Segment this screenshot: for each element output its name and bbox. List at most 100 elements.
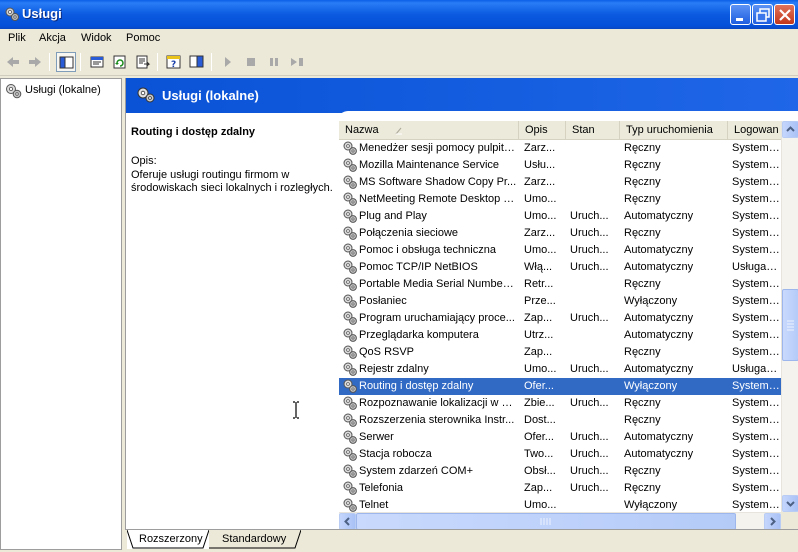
cell-desc: Usłu... bbox=[524, 159, 556, 171]
service-gear-icon bbox=[343, 498, 357, 512]
column-header-startup-type[interactable]: Typ uruchomienia bbox=[620, 121, 728, 140]
table-row[interactable]: QoS RSVP Zap... Ręczny System lo bbox=[339, 344, 781, 361]
refresh-button[interactable] bbox=[110, 52, 130, 72]
restart-service-button[interactable] bbox=[287, 52, 307, 72]
service-gear-icon bbox=[343, 430, 357, 444]
menu-pomoc[interactable]: Pomoc bbox=[126, 32, 160, 44]
grip-icon bbox=[540, 518, 551, 525]
help-icon: ? bbox=[166, 55, 181, 70]
view-tabs: Rozszerzony Standardowy bbox=[125, 529, 798, 550]
export-list-button[interactable] bbox=[133, 52, 153, 72]
help-button[interactable]: ? bbox=[164, 52, 184, 72]
close-button[interactable] bbox=[774, 4, 795, 25]
column-header-status[interactable]: Stan bbox=[566, 121, 620, 140]
cell-startup: Automatyczny bbox=[624, 210, 694, 222]
service-gear-icon bbox=[343, 345, 357, 359]
back-icon bbox=[7, 57, 19, 67]
menu-widok[interactable]: Widok bbox=[81, 32, 112, 44]
horizontal-scrollbar[interactable] bbox=[339, 512, 781, 530]
table-row[interactable]: Portable Media Serial Number ... Retr... R… bbox=[339, 276, 781, 293]
minimize-icon bbox=[736, 18, 743, 21]
cell-status: Uruch... bbox=[570, 448, 609, 460]
cell-logon: System lo bbox=[732, 193, 780, 205]
table-row[interactable]: Połączenia sieciowe Zarz... Uruch... Ręczny… bbox=[339, 225, 781, 242]
cell-name: Telnet bbox=[359, 499, 389, 511]
table-row[interactable]: Menedżer sesji pomocy pulpitu... Zarz... R… bbox=[339, 140, 781, 157]
start-service-button[interactable] bbox=[218, 52, 238, 72]
cell-desc: Umo... bbox=[524, 210, 557, 222]
cell-desc: Włą... bbox=[524, 261, 553, 273]
scroll-right-button[interactable] bbox=[764, 513, 781, 530]
cell-startup: Wyłączony bbox=[624, 380, 678, 392]
vertical-scrollbar[interactable] bbox=[781, 121, 798, 512]
properties-icon bbox=[90, 56, 104, 68]
services-gear-icon bbox=[5, 7, 19, 21]
cell-startup: Ręczny bbox=[624, 397, 661, 409]
table-row[interactable]: Telnet Umo... Wyłączony System lo bbox=[339, 497, 781, 512]
column-header-description[interactable]: Opis bbox=[519, 121, 566, 140]
menu-plik[interactable]: Plik bbox=[8, 32, 26, 44]
table-row[interactable]: Posłaniec Prze... Wyłączony System lo bbox=[339, 293, 781, 310]
vertical-scroll-thumb[interactable] bbox=[782, 289, 798, 361]
cell-status: Uruch... bbox=[570, 312, 609, 324]
properties-button[interactable] bbox=[87, 52, 107, 72]
forward-button[interactable] bbox=[25, 52, 45, 72]
service-gear-icon bbox=[343, 447, 357, 461]
table-row[interactable]: System zdarzeń COM+ Obsł... Uruch... Ręczny… bbox=[339, 463, 781, 480]
tab-standard[interactable]: Standardowy bbox=[209, 530, 301, 549]
service-gear-icon bbox=[343, 396, 357, 410]
cell-logon: System lo bbox=[732, 295, 780, 307]
horizontal-scroll-thumb[interactable] bbox=[356, 513, 736, 530]
minimize-button[interactable] bbox=[730, 4, 751, 25]
cell-name: Posłaniec bbox=[359, 295, 407, 307]
description-label: Opis: bbox=[131, 155, 157, 167]
svg-text:?: ? bbox=[171, 60, 176, 70]
table-row[interactable]: Telefonia Zap... Uruch... Ręczny System lo bbox=[339, 480, 781, 497]
cell-name: Plug and Play bbox=[359, 210, 427, 222]
table-row[interactable]: MS Software Shadow Copy Pr... Zarz... Ręcz… bbox=[339, 174, 781, 191]
menu-akcja[interactable]: Akcja bbox=[39, 32, 66, 44]
restore-button[interactable] bbox=[752, 4, 773, 25]
pause-service-button[interactable] bbox=[264, 52, 284, 72]
cell-desc: Two... bbox=[524, 448, 554, 460]
table-row[interactable]: Pomoc TCP/IP NetBIOS Włą... Uruch... Automa… bbox=[339, 259, 781, 276]
cell-logon: System lo bbox=[732, 431, 780, 443]
cell-desc: Umo... bbox=[524, 193, 557, 205]
column-header-logon[interactable]: Logowan bbox=[728, 121, 781, 140]
cell-status: Uruch... bbox=[570, 210, 609, 222]
cell-desc: Zarz... bbox=[524, 227, 556, 239]
table-row[interactable]: NetMeeting Remote Desktop S... Umo... Ręcz… bbox=[339, 191, 781, 208]
back-button[interactable] bbox=[3, 52, 23, 72]
table-row[interactable]: Pomoc i obsługa techniczna Umo... Uruch...… bbox=[339, 242, 781, 259]
cell-logon: Usługa lol bbox=[732, 363, 780, 375]
table-row[interactable]: Rozpoznawanie lokalizacji w si... Zbie...… bbox=[339, 395, 781, 412]
cell-startup: Ręczny bbox=[624, 346, 661, 358]
scroll-up-button[interactable] bbox=[782, 121, 798, 138]
scroll-down-button[interactable] bbox=[782, 495, 798, 512]
service-gear-icon bbox=[343, 464, 357, 478]
table-row[interactable]: Stacja robocza Two... Uruch... Automatyczny… bbox=[339, 446, 781, 463]
cell-desc: Utrz... bbox=[524, 329, 554, 341]
table-row[interactable]: Rozszerzenia sterownika Instr... Dost... R… bbox=[339, 412, 781, 429]
table-row[interactable]: Mozilla Maintenance Service Usłu... Ręczny… bbox=[339, 157, 781, 174]
cell-logon: System lo bbox=[732, 312, 780, 324]
column-header-name[interactable]: Nazwa bbox=[339, 121, 519, 140]
action-pane-toggle-button[interactable] bbox=[187, 52, 207, 72]
table-row[interactable]: Rejestr zdalny Umo... Uruch... Automatyczny… bbox=[339, 361, 781, 378]
cell-name: Mozilla Maintenance Service bbox=[359, 159, 500, 171]
cell-name: Program uruchamiający proce... bbox=[359, 312, 515, 324]
tab-extended[interactable]: Rozszerzony bbox=[127, 530, 209, 549]
table-row[interactable]: Program uruchamiający proce... Zap... Uruc… bbox=[339, 310, 781, 327]
list-header: Nazwa Opis Stan Typ uruchomienia Logowan bbox=[339, 121, 781, 140]
table-row[interactable]: Przeglądarka komputera Utrz... Automatyczn… bbox=[339, 327, 781, 344]
stop-service-button[interactable] bbox=[241, 52, 261, 72]
table-row[interactable]: Serwer Ofer... Uruch... Automatyczny System … bbox=[339, 429, 781, 446]
cell-name: Pomoc TCP/IP NetBIOS bbox=[359, 261, 478, 273]
table-row[interactable]: Routing i dostęp zdalny Ofer... Wyłączony S… bbox=[339, 378, 781, 395]
cell-logon: System lo bbox=[732, 278, 780, 290]
scroll-left-button[interactable] bbox=[339, 513, 356, 530]
export-list-icon bbox=[136, 55, 151, 69]
service-gear-icon bbox=[343, 379, 357, 393]
table-row[interactable]: Plug and Play Umo... Uruch... Automatyczny S… bbox=[339, 208, 781, 225]
console-tree-toggle-button[interactable] bbox=[56, 52, 76, 72]
